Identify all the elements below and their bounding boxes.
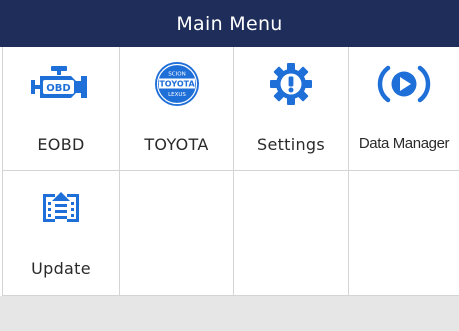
menu-item-label: Update [31,259,91,278]
play-circle-icon [349,61,459,107]
empty-tile [234,171,349,296]
badge-text-toyota: TOYOTA [159,80,195,89]
engine-obd-icon: OBD [3,61,119,107]
page-title: Main Menu [176,12,283,35]
update-icon [3,185,119,231]
obd-icon-text: OBD [46,83,70,94]
menu-item-settings[interactable]: Settings [234,47,349,171]
menu-item-eobd[interactable]: OBD EOBD [3,47,120,171]
title-bar: Main Menu [0,0,459,47]
badge-text-scion: SCION [168,72,185,78]
menu-item-label: TOYOTA [144,135,209,154]
empty-tile [120,171,234,296]
menu-item-label: EOBD [37,135,85,154]
menu-item-label: Data Manager [358,135,450,152]
menu-item-update[interactable]: Update [3,171,120,296]
badge-text-lexus: LEXUS [168,92,186,98]
main-menu-screen: Main Menu OBD EOBD SCION TOYOTA LEXUS TO… [0,0,459,331]
bottom-bar [0,296,459,331]
empty-tile [349,171,459,296]
menu-item-toyota[interactable]: SCION TOYOTA LEXUS TOYOTA [120,47,234,171]
toyota-badge-icon: SCION TOYOTA LEXUS [120,61,233,107]
menu-item-label: Settings [256,135,326,154]
menu-grid: OBD EOBD SCION TOYOTA LEXUS TOYOTA Setti… [2,47,459,296]
menu-item-data-manager[interactable]: Data Manager [349,47,459,171]
gear-icon [234,61,348,107]
